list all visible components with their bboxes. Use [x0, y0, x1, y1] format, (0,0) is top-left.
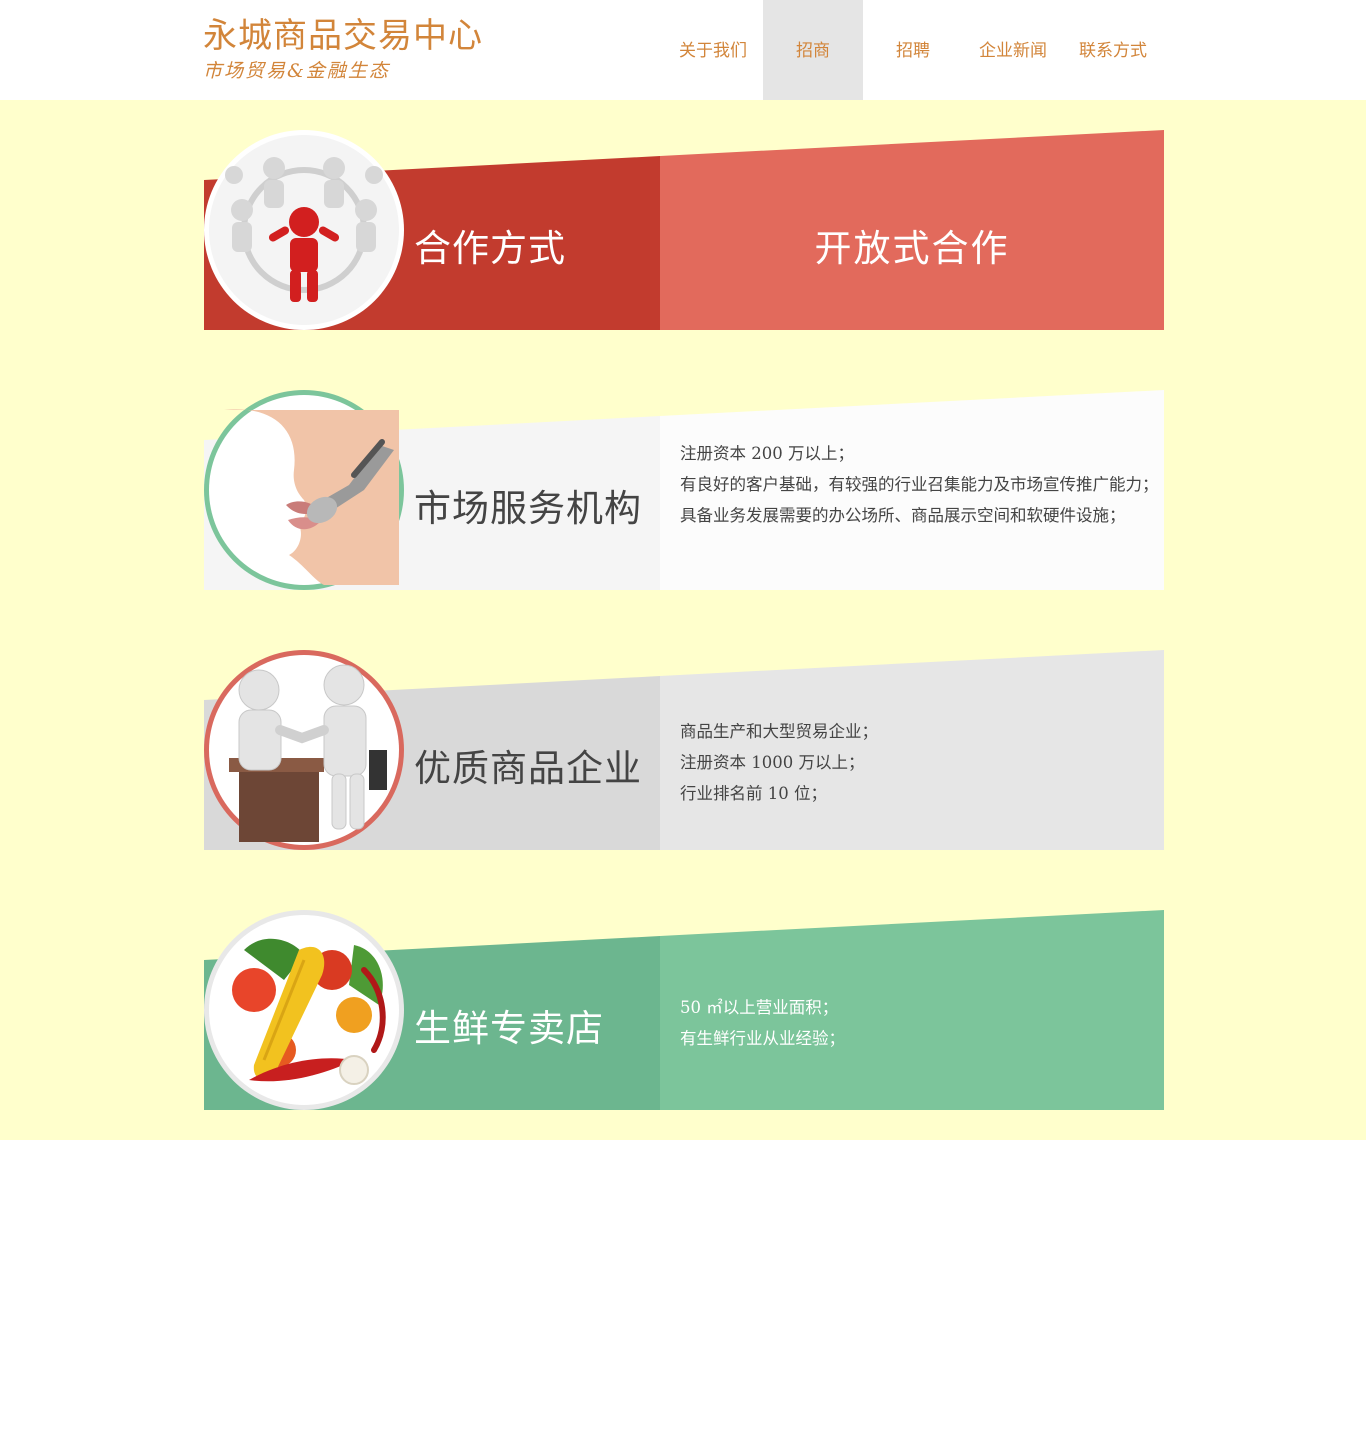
- requirement-line: 50 ㎡以上营业面积；: [680, 998, 839, 1017]
- handshake-icon: [204, 650, 404, 850]
- card-quality-enterprise: 优质商品企业 商品生产和大型贸易企业； 注册资本 1000 万以上； 行业排名前…: [204, 650, 1164, 850]
- logo[interactable]: 永城商品交易中心 市场贸易&金融生态: [203, 14, 483, 84]
- card-market-service: 市场服务机构 注册资本 200 万以上； 有良好的客户基础，有较强的行业召集能力…: [204, 390, 1164, 590]
- team-people-icon: [204, 130, 404, 330]
- card-description: 注册资本 200 万以上； 有良好的客户基础，有较强的行业召集能力及市场宣传推广…: [680, 438, 1160, 531]
- card-title: 生鲜专卖店: [414, 1007, 604, 1050]
- card-description: 商品生产和大型贸易企业； 注册资本 1000 万以上； 行业排名前 10 位；: [680, 716, 1160, 809]
- nav-item-recruitment[interactable]: 招聘: [863, 0, 963, 100]
- nav-item-about[interactable]: 关于我们: [663, 0, 763, 100]
- card-title: 优质商品企业: [414, 747, 642, 790]
- requirement-line: 注册资本 200 万以上；: [680, 444, 854, 463]
- nav-item-contact[interactable]: 联系方式: [1063, 0, 1163, 100]
- vegetables-icon: [204, 910, 404, 1110]
- requirement-line: 商品生产和大型贸易企业；: [680, 722, 878, 741]
- card-fresh-store: 生鲜专卖店 50 ㎡以上营业面积； 有生鲜行业从业经验；: [204, 910, 1164, 1110]
- requirement-line: 有生鲜行业从业经验；: [680, 1029, 845, 1048]
- site-header: 永城商品交易中心 市场贸易&金融生态 关于我们 招商 招聘 企业新闻 联系方式: [0, 0, 1366, 100]
- nav-item-investment[interactable]: 招商: [763, 0, 863, 100]
- requirement-line: 行业排名前 10 位；: [680, 784, 827, 803]
- main-content: 合作方式 开放式合作 市场服务机构 注册资本 200 万以上； 有良好的客户基础…: [0, 100, 1366, 1140]
- requirement-line: 具备业务发展需要的办公场所、商品展示空间和软硬件设施；: [680, 506, 1126, 525]
- requirement-line: 注册资本 1000 万以上；: [680, 753, 865, 772]
- logo-title: 永城商品交易中心: [203, 16, 483, 56]
- card-highlight: 开放式合作: [814, 227, 1010, 270]
- main-nav: 关于我们 招商 招聘 企业新闻 联系方式: [663, 0, 1163, 100]
- card-title: 合作方式: [414, 227, 566, 270]
- logo-subtitle: 市场贸易&金融生态: [203, 60, 390, 82]
- nav-item-news[interactable]: 企业新闻: [963, 0, 1063, 100]
- headset-mouth-icon: [204, 390, 404, 590]
- card-title: 市场服务机构: [414, 487, 642, 530]
- card-description: 50 ㎡以上营业面积； 有生鲜行业从业经验；: [680, 992, 1160, 1054]
- requirement-line: 有良好的客户基础，有较强的行业召集能力及市场宣传推广能力；: [680, 475, 1159, 494]
- card-cooperation: 合作方式 开放式合作: [204, 130, 1164, 330]
